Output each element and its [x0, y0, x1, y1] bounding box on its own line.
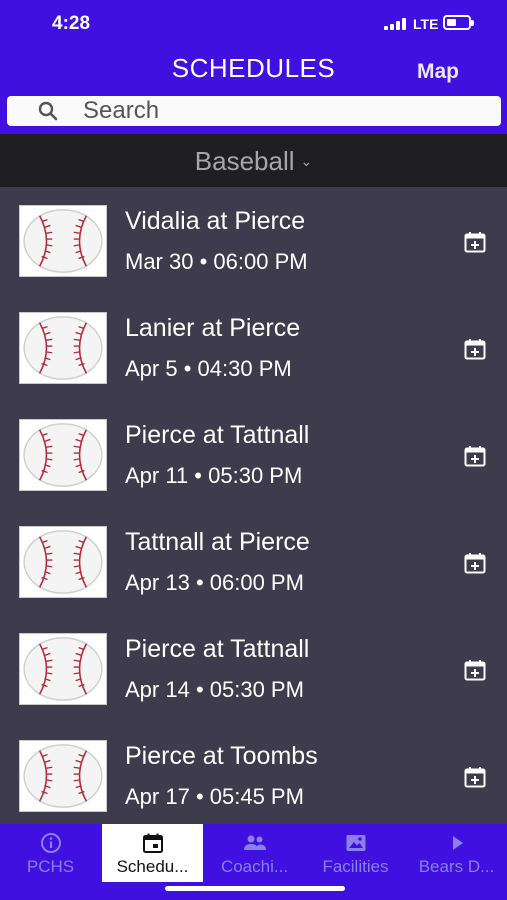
image-icon [305, 832, 406, 852]
chevron-down-icon: ⌄ [300, 153, 313, 169]
game-title: Lanier at Pierce [125, 314, 301, 342]
game-date: Apr 5 [125, 356, 178, 381]
game-row[interactable]: Vidalia at Pierce Mar 30 • 06:00 PM [0, 187, 507, 294]
status-time: 4:28 [52, 13, 91, 34]
game-title: Vidalia at Pierce [125, 207, 306, 235]
game-date: Apr 13 [125, 570, 190, 595]
tab-pchs[interactable]: PCHS [0, 824, 101, 884]
add-to-calendar-icon[interactable] [463, 444, 487, 468]
home-indicator [165, 886, 345, 891]
baseball-icon [19, 526, 107, 598]
game-row[interactable]: Tattnall at Pierce Apr 13 • 06:00 PM [0, 508, 507, 615]
sport-filter[interactable]: Baseball ⌄ [0, 134, 507, 187]
tab-schedules[interactable]: Schedu... [102, 824, 203, 882]
map-button[interactable]: Map [417, 60, 459, 84]
calendar-icon [102, 832, 203, 853]
baseball-icon [19, 740, 107, 812]
game-datetime: Apr 13 • 06:00 PM [125, 570, 304, 595]
game-row[interactable]: Pierce at Toombs Apr 17 • 05:45 PM [0, 722, 507, 824]
game-datetime: Apr 14 • 05:30 PM [125, 677, 304, 702]
game-date: Apr 11 [125, 463, 189, 488]
game-datetime: Apr 11 • 05:30 PM [125, 463, 303, 488]
baseball-icon [19, 312, 107, 384]
search-icon [38, 101, 58, 121]
game-time: 04:30 PM [197, 356, 292, 381]
app-header: 4:28 LTE SCHEDULES Map [0, 0, 507, 134]
sport-filter-label: Baseball [194, 146, 295, 176]
game-title: Tattnall at Pierce [125, 528, 310, 556]
signal-icon [384, 18, 408, 30]
add-to-calendar-icon[interactable] [463, 230, 487, 254]
game-row[interactable]: Lanier at Pierce Apr 5 • 04:30 PM [0, 294, 507, 401]
tab-label: Coachi... [220, 857, 289, 876]
tab-coaching[interactable]: Coachi... [204, 824, 305, 884]
search-input[interactable] [83, 97, 483, 125]
people-icon [204, 832, 305, 852]
game-list: Vidalia at Pierce Mar 30 • 06:00 PM Lani… [0, 187, 507, 824]
baseball-icon [19, 205, 107, 277]
status-bar: 4:28 LTE [0, 0, 507, 46]
tab-label: Schedu... [116, 857, 189, 876]
tab-label: PCHS [26, 857, 75, 876]
play-icon [406, 832, 507, 852]
game-time: 05:30 PM [209, 677, 304, 702]
game-row[interactable]: Pierce at Tattnall Apr 14 • 05:30 PM [0, 615, 507, 722]
add-to-calendar-icon[interactable] [463, 765, 487, 789]
network-type: LTE [413, 16, 439, 32]
game-row[interactable]: Pierce at Tattnall Apr 11 • 05:30 PM [0, 401, 507, 508]
game-datetime: Apr 5 • 04:30 PM [125, 356, 292, 381]
add-to-calendar-icon[interactable] [463, 551, 487, 575]
game-title: Pierce at Tattnall [125, 635, 310, 663]
baseball-icon [19, 633, 107, 705]
game-date: Apr 17 [125, 784, 190, 809]
game-time: 06:00 PM [213, 249, 308, 274]
game-datetime: Mar 30 • 06:00 PM [125, 249, 308, 274]
baseball-icon [19, 419, 107, 491]
add-to-calendar-icon[interactable] [463, 658, 487, 682]
sport-filter-label-wrap: Baseball ⌄ [0, 146, 507, 177]
game-date: Apr 14 [125, 677, 190, 702]
info-icon [0, 832, 101, 853]
game-datetime: Apr 17 • 05:45 PM [125, 784, 304, 809]
game-time: 05:45 PM [209, 784, 304, 809]
tab-facilities[interactable]: Facilities [305, 824, 406, 884]
game-title: Pierce at Tattnall [125, 421, 310, 449]
search-bar[interactable] [7, 96, 501, 126]
tab-bar: PCHS Schedu... Coachi... Facilities Bear… [0, 824, 507, 900]
add-to-calendar-icon[interactable] [463, 337, 487, 361]
game-title: Pierce at Toombs [125, 742, 318, 770]
battery-icon [443, 15, 474, 30]
tab-label: Facilities [322, 857, 389, 876]
game-time: 06:00 PM [209, 570, 304, 595]
tab-bears-d[interactable]: Bears D... [406, 824, 507, 884]
game-date: Mar 30 [125, 249, 194, 274]
game-time: 05:30 PM [208, 463, 303, 488]
tab-label: Bears D... [418, 857, 495, 876]
